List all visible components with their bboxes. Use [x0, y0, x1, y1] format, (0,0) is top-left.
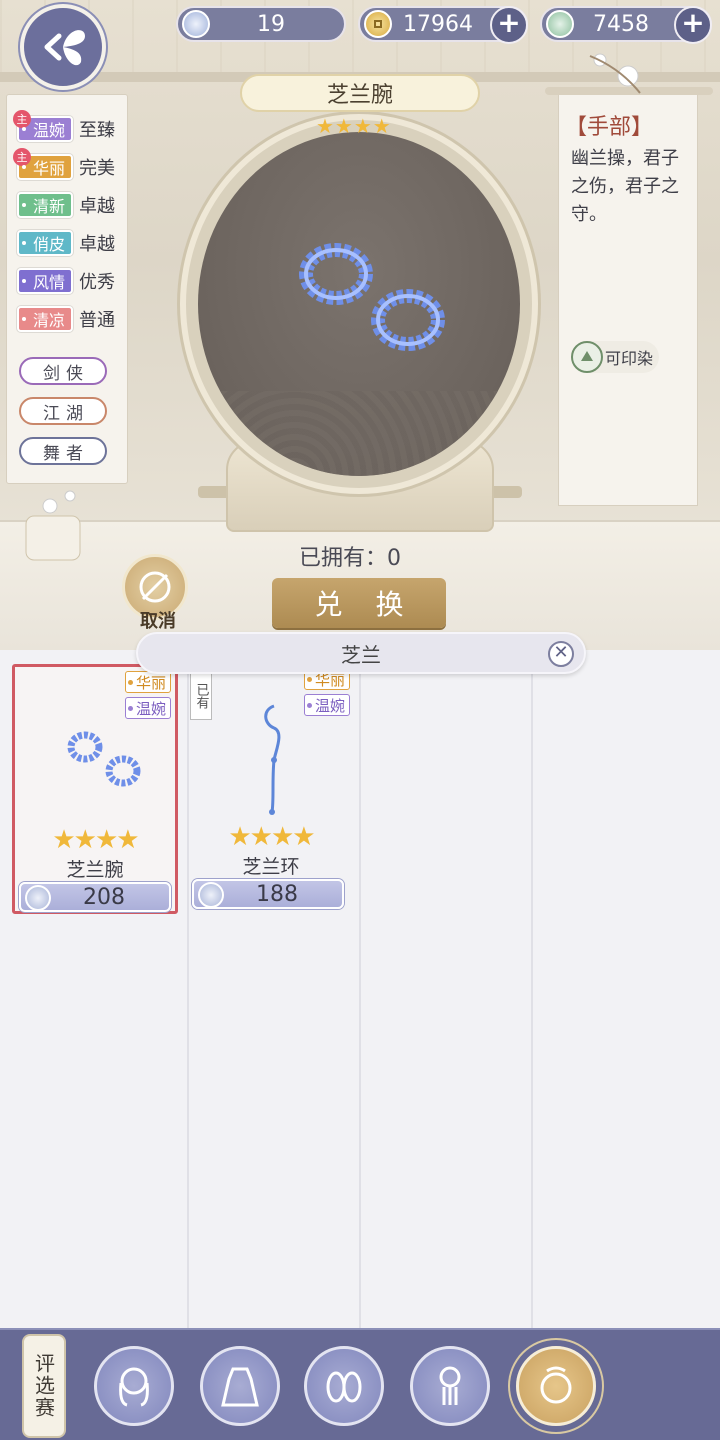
category-bar: 评选赛	[0, 1328, 720, 1440]
dress-icon	[221, 1367, 259, 1407]
attribute-level: 优秀	[79, 272, 116, 293]
flower-decoration-icon	[589, 53, 641, 94]
bracelet-item-icon	[67, 731, 141, 787]
attribute-tag: 温婉	[124, 697, 171, 719]
style-tag-dancer: 舞者	[19, 437, 107, 465]
style-tag-swordsman: 剑侠	[19, 357, 107, 385]
vase-decoration-icon	[25, 490, 81, 561]
attribute-tag: 华丽	[124, 671, 171, 693]
item-grid: 华丽 温婉 ★★★★ 芝兰腕 208 已有 华丽 温婉 ★★★★ 芝兰环 188	[0, 650, 720, 1328]
hair-icon	[119, 1367, 149, 1407]
item-preview-mirror	[180, 114, 538, 494]
dyeable-button[interactable]: 可印染	[571, 341, 660, 373]
attribute-row: 清新 卓越	[17, 191, 115, 219]
attribute-row: 主 华丽 完美	[13, 148, 116, 181]
item-price: 188	[192, 879, 344, 909]
style-tag-jianghu: 江湖	[19, 397, 107, 425]
butterfly-back-icon	[44, 30, 85, 66]
search-query: 芝兰	[341, 642, 381, 667]
attribute-tag: 风情	[17, 268, 74, 294]
jade-icon	[546, 10, 574, 38]
attribute-tag: 清新	[17, 192, 74, 218]
owned-flag: 已有	[190, 672, 212, 720]
item-stars: ★★★★	[316, 114, 392, 138]
cancel-label[interactable]: 取消	[128, 607, 188, 633]
item-stars: ★★★★	[52, 825, 139, 855]
attribute-tag: 温婉	[303, 694, 350, 716]
item-name: 芝兰腕	[66, 859, 124, 881]
attribute-row: 风情 优秀	[17, 267, 115, 295]
silver-coin-icon	[25, 885, 51, 911]
hairpin-icon	[439, 1366, 461, 1405]
dye-icon	[571, 341, 603, 373]
attribute-tag: 清凉	[17, 306, 74, 332]
item-category: 【手部】	[565, 115, 654, 140]
owned-count: 已拥有：0	[299, 546, 401, 571]
attribute-level: 卓越	[79, 234, 116, 255]
category-shoes-button[interactable]	[304, 1346, 384, 1426]
silver-currency: 19	[176, 6, 346, 42]
attribute-level: 普通	[79, 310, 116, 331]
silver-coin-icon	[198, 882, 224, 908]
attribute-level: 至臻	[79, 120, 116, 141]
attribute-level: 完美	[79, 158, 116, 179]
category-bracelet-button[interactable]	[516, 1346, 596, 1426]
item-card[interactable]: 华丽 温婉 ★★★★ 芝兰腕 208	[12, 664, 178, 914]
main-attribute-badge: 主	[13, 110, 31, 128]
gold-currency: 17964 +	[358, 6, 528, 44]
item-card[interactable]: 已有 华丽 温婉 ★★★★ 芝兰环 188	[188, 664, 354, 914]
attribute-row: 主 温婉 至臻	[13, 110, 116, 143]
silver-coin-icon	[182, 10, 210, 38]
jade-currency: 7458 +	[540, 6, 712, 44]
item-name: 芝兰环	[242, 856, 300, 878]
add-gold-button[interactable]: +	[490, 6, 528, 44]
attribute-row: 俏皮 卓越	[17, 229, 115, 257]
clear-search-icon[interactable]: ✕	[548, 641, 574, 667]
item-description: 幽兰操，君子之伤，君子之守。	[571, 148, 679, 225]
bracelet-preview-icon	[299, 243, 445, 351]
add-jade-button[interactable]: +	[674, 6, 712, 44]
bracelet-icon	[540, 1366, 572, 1404]
tassel-bracelet-item-icon	[264, 704, 281, 815]
main-attribute-badge: 主	[13, 148, 31, 166]
attribute-tag: 主 华丽	[13, 148, 74, 180]
attribute-panel: 主 温婉 至臻 主 华丽 完美 清新 卓越 俏皮 卓越 风情 优秀 清凉 普通 …	[6, 94, 128, 484]
gold-coin-icon	[364, 10, 392, 38]
category-hair-button[interactable]	[94, 1346, 174, 1426]
description-scroll: 【手部】 幽兰操，君子之伤，君子之守。 可印染	[545, 87, 713, 506]
attribute-row: 清凉 普通	[17, 305, 115, 333]
category-dress-button[interactable]	[200, 1346, 280, 1426]
search-filter-bar[interactable]: 芝兰 ✕	[136, 632, 586, 674]
attribute-level: 卓越	[79, 196, 116, 217]
back-button[interactable]	[20, 4, 106, 90]
item-stars: ★★★★	[228, 822, 315, 852]
contest-button[interactable]: 评选赛	[22, 1334, 66, 1438]
attribute-tag: 主 温婉	[13, 110, 74, 142]
item-price: 208	[19, 882, 171, 912]
dyeable-label: 可印染	[605, 349, 654, 368]
category-hairpin-button[interactable]	[410, 1346, 490, 1426]
attribute-tag: 俏皮	[17, 230, 74, 256]
exchange-button[interactable]: 兑 换	[272, 578, 446, 628]
shoes-icon	[326, 1371, 362, 1403]
item-title: 芝兰腕	[240, 74, 480, 112]
cancel-icon	[139, 571, 171, 603]
